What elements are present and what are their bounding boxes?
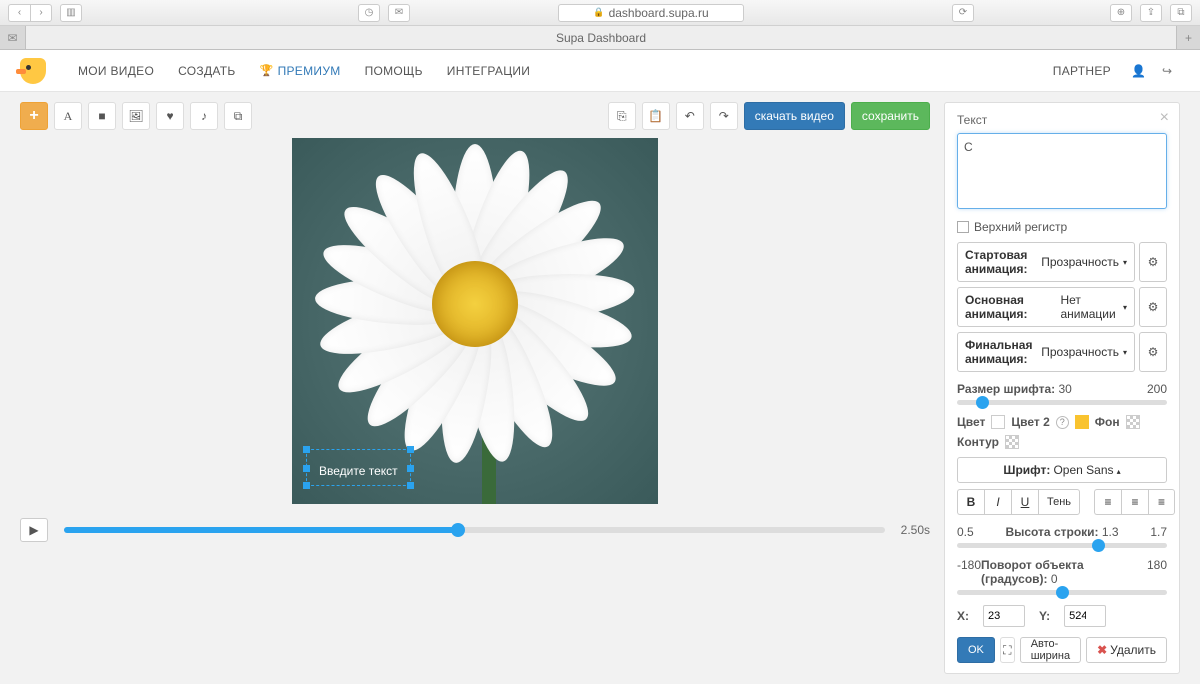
outline-color-swatch[interactable] (1005, 435, 1019, 449)
close-panel-button[interactable]: × (1160, 109, 1169, 127)
autowidth-button[interactable]: Авто-ширина (1020, 637, 1081, 663)
add-button[interactable]: ⊕ (1110, 4, 1132, 22)
font-size-slider[interactable] (957, 400, 1167, 405)
clock-icon[interactable]: ◷ (358, 4, 380, 22)
timeline-thumb[interactable] (451, 523, 465, 537)
tool-text[interactable]: A (54, 102, 82, 130)
nav-my-videos[interactable]: МОИ ВИДЕО (66, 64, 166, 78)
main-animation-settings[interactable]: ⚙ (1139, 287, 1167, 327)
tool-redo[interactable]: ↷ (710, 102, 738, 130)
nav-create[interactable]: СОЗДАТЬ (166, 64, 247, 78)
main-animation-select[interactable]: Основная анимация: Нет анимации▾ (957, 287, 1135, 327)
app-nav: МОИ ВИДЕО СОЗДАТЬ 🏆ПРЕМИУМ ПОМОЩЬ ИНТЕГР… (0, 50, 1200, 92)
underline-button[interactable]: U (1011, 489, 1038, 515)
color2-help-icon[interactable]: ? (1056, 416, 1069, 429)
duration-label: 2.50s (901, 523, 930, 537)
shadow-button[interactable]: Тень (1038, 489, 1080, 515)
font-select[interactable]: Шрифт: Open Sans ▴ (957, 457, 1167, 483)
properties-panel: × Текст С Верхний регистр Стартовая аним… (944, 102, 1180, 674)
save-button[interactable]: сохранить (851, 102, 930, 130)
user-icon[interactable]: 👤 (1123, 64, 1154, 78)
lock-icon: 🔒 (593, 7, 604, 18)
nav-back-button[interactable]: ‹ (8, 4, 30, 22)
sidebar-toggle-button[interactable]: ▥ (60, 4, 82, 22)
text-color-swatch[interactable] (991, 415, 1005, 429)
canvas-text-element[interactable]: Введите текст (306, 449, 411, 486)
uppercase-checkbox[interactable]: Верхний регистр (957, 220, 1167, 234)
align-center-button[interactable]: ≡ (1121, 489, 1148, 515)
align-left-button[interactable]: ≡ (1094, 489, 1121, 515)
download-video-button[interactable]: скачать видео (744, 102, 845, 130)
canvas[interactable]: Введите текст (292, 138, 658, 504)
bg-color-swatch[interactable] (1126, 415, 1140, 429)
trophy-icon: 🏆 (260, 64, 274, 77)
end-animation-settings[interactable]: ⚙ (1139, 332, 1167, 372)
flower-image (305, 138, 645, 474)
tool-undo[interactable]: ↶ (676, 102, 704, 130)
line-height-slider[interactable] (957, 543, 1167, 548)
mail-tab-icon[interactable]: ✉ (0, 26, 26, 49)
tab-bar: ✉ Supa Dashboard + (0, 26, 1200, 50)
timeline: ▶ 2.50s (20, 518, 930, 542)
share-button[interactable]: ⇪ (1140, 4, 1162, 22)
tool-paste[interactable]: 📋 (642, 102, 670, 130)
tool-copy[interactable]: ⧉ (224, 102, 252, 130)
mail-button[interactable]: ✉ (388, 4, 410, 22)
text-color2-swatch[interactable] (1075, 415, 1089, 429)
nav-premium[interactable]: 🏆ПРЕМИУМ (248, 64, 353, 78)
start-animation-settings[interactable]: ⚙ (1139, 242, 1167, 282)
align-right-button[interactable]: ≡ (1148, 489, 1175, 515)
ok-button[interactable]: OK (957, 637, 995, 663)
nav-help[interactable]: ПОМОЩЬ (353, 64, 435, 78)
y-position-input[interactable] (1064, 605, 1106, 627)
panel-title: Текст (957, 113, 1167, 127)
tool-image[interactable]: 🖼 (122, 102, 150, 130)
tabs-button[interactable]: ⧉ (1170, 4, 1192, 22)
tool-duplicate[interactable]: ⎘ (608, 102, 636, 130)
play-button[interactable]: ▶ (20, 518, 48, 542)
text-content-input[interactable]: С (957, 133, 1167, 209)
logo-icon[interactable] (20, 58, 46, 84)
browser-tab[interactable]: Supa Dashboard (26, 26, 1176, 49)
tool-shape[interactable]: ■ (88, 102, 116, 130)
timeline-track[interactable] (64, 527, 885, 533)
add-element-button[interactable]: + (20, 102, 48, 130)
url-text: dashboard.supa.ru (609, 6, 709, 20)
tool-music[interactable]: ♪ (190, 102, 218, 130)
italic-button[interactable]: I (984, 489, 1011, 515)
start-animation-select[interactable]: Стартовая анимация: Прозрачность▾ (957, 242, 1135, 282)
fullscreen-button[interactable]: ⛶ (1000, 637, 1015, 663)
nav-integrations[interactable]: ИНТЕГРАЦИИ (435, 64, 542, 78)
nav-partner[interactable]: ПАРТНЕР (1041, 64, 1123, 78)
browser-toolbar: ‹ › ▥ ◷ ✉ 🔒 dashboard.supa.ru ⟳ ⊕ ⇪ ⧉ (0, 0, 1200, 26)
rotation-slider[interactable] (957, 590, 1167, 595)
editor-toolbar: + A ■ 🖼 ♥ ♪ ⧉ ⎘ 📋 ↶ ↷ скачать видео сохр… (20, 102, 930, 130)
address-bar[interactable]: 🔒 dashboard.supa.ru (558, 4, 744, 22)
new-tab-button[interactable]: + (1176, 26, 1200, 49)
nav-forward-button[interactable]: › (30, 4, 52, 22)
logout-icon[interactable]: ↪ (1154, 64, 1180, 78)
delete-button[interactable]: ✖Удалить (1086, 637, 1167, 663)
tool-heart[interactable]: ♥ (156, 102, 184, 130)
reload-button[interactable]: ⟳ (952, 4, 974, 22)
x-position-input[interactable] (983, 605, 1025, 627)
bold-button[interactable]: B (957, 489, 984, 515)
end-animation-select[interactable]: Финальная анимация: Прозрачность▾ (957, 332, 1135, 372)
